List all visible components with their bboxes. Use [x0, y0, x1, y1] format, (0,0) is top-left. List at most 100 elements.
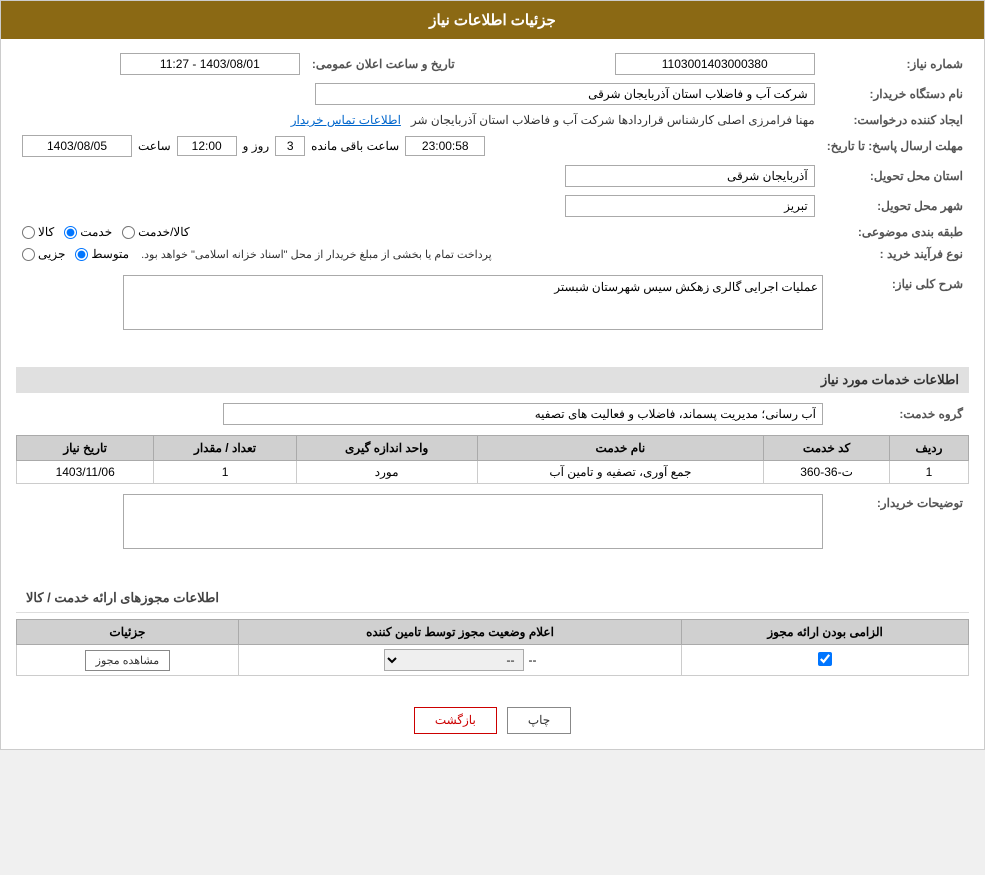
license-table-body: -- -- مشاهده مجوز: [17, 645, 969, 676]
elam-select[interactable]: --: [384, 649, 524, 671]
ijad-row: ایجاد کننده درخواست: مهنا فرامرزی اصلی ک…: [16, 109, 969, 131]
saat-label: ساعت: [138, 139, 171, 153]
cell-tarikh: 1403/11/06: [17, 461, 154, 484]
radio-motovaset-input[interactable]: [75, 248, 88, 261]
radio-kala-khedmat: کالا/خدمت: [122, 225, 189, 239]
main-info-table: شماره نیاز: تاریخ و ساعت اعلان عمومی: نا…: [16, 49, 969, 265]
tabaqe-value: کالا/خدمت خدمت کالا: [16, 221, 821, 243]
shahr-input[interactable]: [565, 195, 815, 217]
elzami-checkbox[interactable]: [818, 652, 832, 666]
tabaqe-radio-group: کالا/خدمت خدمت کالا: [22, 225, 815, 239]
page-header: جزئیات اطلاعات نیاز: [1, 1, 984, 39]
tozi-content: [22, 494, 823, 552]
sharh-row: شرح کلی نیاز: عملیات اجرایی گالری زهکش س…: [16, 271, 969, 359]
service-table-header-row: ردیف کد خدمت نام خدمت واحد اندازه گیری ت…: [17, 436, 969, 461]
footer-buttons: چاپ بازگشت: [1, 692, 984, 749]
ostan-label: استان محل تحویل:: [821, 161, 969, 191]
shahr-row: شهر محل تحویل:: [16, 191, 969, 221]
cell-vahed: مورد: [296, 461, 477, 484]
radio-kala: کالا: [22, 225, 54, 239]
farayand-container: پرداخت تمام یا بخشی از مبلغ خریدار از مح…: [22, 247, 815, 261]
farayand-row: نوع فرآیند خرید : پرداخت تمام یا بخشی از…: [16, 243, 969, 265]
gorohe-label: گروه خدمت:: [829, 399, 969, 429]
tozi-row: توضیحات خریدار:: [16, 490, 969, 578]
table-row: 1 ت-36-360 جمع آوری، تصفیه و تامین آب مو…: [17, 461, 969, 484]
service-table: ردیف کد خدمت نام خدمت واحد اندازه گیری ت…: [16, 435, 969, 484]
cell-radif: 1: [889, 461, 968, 484]
license-table: الزامی بودن ارائه مجوز اعلام وضعیت مجوز …: [16, 619, 969, 676]
radio-khedmat: خدمت: [64, 225, 112, 239]
page-wrapper: جزئیات اطلاعات نیاز شماره نیاز: تاریخ و …: [0, 0, 985, 750]
col-vahed: واحد اندازه گیری: [296, 436, 477, 461]
shomara-value: [501, 49, 821, 79]
dastgah-label: نام دستگاه خریدار:: [821, 79, 969, 109]
shomara-input[interactable]: [615, 53, 815, 75]
roz-label: روز و: [243, 139, 270, 153]
ijad-label: ایجاد کننده درخواست:: [821, 109, 969, 131]
dastgah-value: [16, 79, 821, 109]
ostan-value: [16, 161, 821, 191]
sharh-content: عملیات اجرایی گالری زهکش سیس شهرستان شبس…: [22, 275, 823, 333]
tozi-watermark: [22, 494, 823, 574]
col-elzami: الزامی بودن ارائه مجوز: [682, 620, 969, 645]
gorohe-input[interactable]: [223, 403, 823, 425]
sharh-table: شرح کلی نیاز: عملیات اجرایی گالری زهکش س…: [16, 271, 969, 359]
print-button[interactable]: چاپ: [507, 707, 571, 734]
radio-kala-input[interactable]: [22, 226, 35, 239]
tabaqe-row: طبقه بندی موضوعی: کالا/خدمت خدمت کالا: [16, 221, 969, 243]
cell-tedad: 1: [154, 461, 296, 484]
shahr-value: [16, 191, 821, 221]
tabaqe-label: طبقه بندی موضوعی:: [821, 221, 969, 243]
time-row: 23:00:58 ساعت باقی مانده 3 روز و 12:00 س…: [22, 135, 815, 157]
license-table-head: الزامی بودن ارائه مجوز اعلام وضعیت مجوز …: [17, 620, 969, 645]
back-button[interactable]: بازگشت: [414, 707, 497, 734]
baqi-label: ساعت باقی مانده: [311, 139, 399, 153]
radio-kala-label: کالا: [38, 225, 54, 239]
ijad-link[interactable]: اطلاعات تماس خریدار: [291, 113, 401, 127]
tozi-textarea[interactable]: [123, 494, 823, 549]
radio-motovaset-label: متوسط: [91, 247, 129, 261]
dastgah-row: نام دستگاه خریدار:: [16, 79, 969, 109]
mohlat-label: مهلت ارسال پاسخ: تا تاریخ:: [821, 131, 969, 161]
tarikh-label: تاریخ و ساعت اعلان عمومی:: [306, 49, 461, 79]
view-license-button[interactable]: مشاهده مجوز: [85, 650, 170, 671]
tozi-label: توضیحات خریدار:: [829, 490, 969, 578]
radio-kala-khedmat-input[interactable]: [122, 226, 135, 239]
gorohe-table: گروه خدمت:: [16, 399, 969, 429]
elam-value: --: [529, 653, 537, 667]
license-header-row: الزامی بودن ارائه مجوز اعلام وضعیت مجوز …: [17, 620, 969, 645]
radio-khedmat-input[interactable]: [64, 226, 77, 239]
col-tarikh: تاریخ نیاز: [17, 436, 154, 461]
elam-cell: -- --: [238, 645, 681, 676]
baqi-value: 23:00:58: [405, 136, 485, 156]
tarikh-value: [16, 49, 306, 79]
farayand-value: پرداخت تمام یا بخشی از مبلغ خریدار از مح…: [16, 243, 821, 265]
ostan-input[interactable]: [565, 165, 815, 187]
dastgah-input[interactable]: [315, 83, 815, 105]
tarikh-input[interactable]: [120, 53, 300, 75]
cell-name: جمع آوری، تصفیه و تامین آب: [477, 461, 764, 484]
shomara-label: شماره نیاز:: [821, 49, 969, 79]
farayand-label: نوع فرآیند خرید :: [821, 243, 969, 265]
sharh-textarea[interactable]: عملیات اجرایی گالری زهکش سیس شهرستان شبس…: [123, 275, 823, 330]
license-section-title: اطلاعات مجوزهای ارائه خدمت / کالا: [16, 584, 969, 613]
sharh-watermark-section: عملیات اجرایی گالری زهکش سیس شهرستان شبس…: [22, 275, 823, 355]
sharh-value: عملیات اجرایی گالری زهکش سیس شهرستان شبس…: [16, 271, 829, 359]
radio-jozi: جزیی: [22, 247, 65, 261]
service-table-head: ردیف کد خدمت نام خدمت واحد اندازه گیری ت…: [17, 436, 969, 461]
date1-input[interactable]: [22, 135, 132, 157]
sharh-label: شرح کلی نیاز:: [829, 271, 969, 359]
shomara-row: شماره نیاز: تاریخ و ساعت اعلان عمومی:: [16, 49, 969, 79]
service-section-title: اطلاعات خدمات مورد نیاز: [16, 367, 969, 393]
roz-value: 3: [275, 136, 305, 156]
col-radif: ردیف: [889, 436, 968, 461]
gorohe-row: گروه خدمت:: [16, 399, 969, 429]
tozi-value: [16, 490, 829, 578]
elzami-cell: [682, 645, 969, 676]
radio-jozi-input[interactable]: [22, 248, 35, 261]
joziat-cell: مشاهده مجوز: [17, 645, 239, 676]
col-joziat: جزئیات: [17, 620, 239, 645]
shahr-label: شهر محل تحویل:: [821, 191, 969, 221]
col-name: نام خدمت: [477, 436, 764, 461]
saat-value: 12:00: [177, 136, 237, 156]
